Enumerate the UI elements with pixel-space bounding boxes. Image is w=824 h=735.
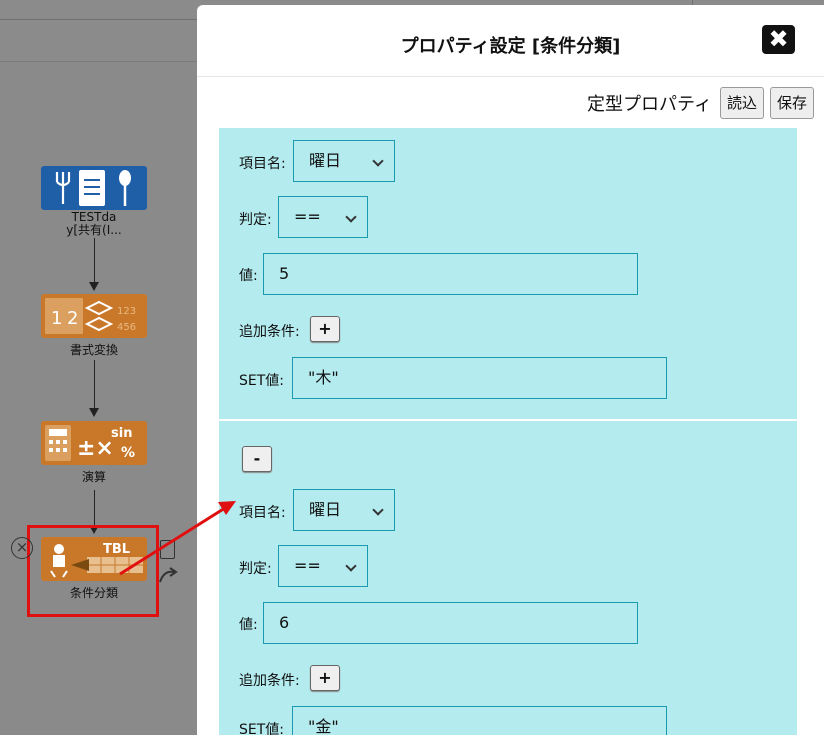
chevron-down-icon <box>372 155 384 167</box>
connector-line <box>94 490 95 528</box>
node-classify-label: 条件分類 <box>69 586 118 600</box>
judge-value: == <box>294 556 321 575</box>
set-value-label: SET値: <box>239 722 285 735</box>
judge-value: == <box>294 207 321 226</box>
svg-text:2: 2 <box>67 308 78 329</box>
svg-text:1: 1 <box>51 308 62 329</box>
remove-condition-button[interactable]: - <box>242 446 272 472</box>
set-value-label: SET値: <box>239 373 285 389</box>
item-name-label: 項目名: <box>239 505 286 521</box>
svg-text:TBL: TBL <box>103 542 130 557</box>
preset-label: 定型プロパティ <box>587 94 712 115</box>
delete-node-icon[interactable]: × <box>11 537 33 559</box>
node-calc-icon[interactable]: ±× sin % <box>41 421 147 465</box>
add-condition-label: 追加条件: <box>239 324 300 340</box>
preset-toolbar: 定型プロパティ 読込 保存 <box>587 87 814 119</box>
item-name-value: 曜日 <box>309 151 342 170</box>
node-testday-label-2: y[共有(I... <box>66 223 122 237</box>
dialog-title: プロパティ設定 [条件分類] <box>400 36 621 57</box>
connector-arrow <box>89 408 99 417</box>
svg-text:±×: ±× <box>77 436 114 461</box>
judge-label: 判定: <box>239 561 272 577</box>
set-value-input[interactable]: "木" <box>292 357 667 399</box>
node-classify-icon[interactable]: TBL <box>41 537 147 581</box>
node-format-icon[interactable]: 1 2 123 456 <box>41 294 147 338</box>
save-preset-button[interactable]: 保存 <box>769 87 814 119</box>
add-condition-button[interactable]: + <box>310 665 340 691</box>
document-icon[interactable] <box>160 540 175 559</box>
svg-text:123: 123 <box>117 306 136 317</box>
value-label: 値: <box>239 617 258 633</box>
item-name-select[interactable]: 曜日 <box>293 489 395 531</box>
add-condition-button[interactable]: + <box>310 316 340 342</box>
chevron-down-icon <box>345 211 357 223</box>
svg-text:%: % <box>121 445 135 461</box>
load-preset-button[interactable]: 読込 <box>719 87 764 119</box>
connector-line <box>94 238 95 284</box>
node-testday-icon[interactable] <box>41 166 147 210</box>
svg-text:sin: sin <box>111 426 132 441</box>
chevron-down-icon <box>345 560 357 572</box>
condition-panel-1: 項目名: 曜日 判定: == 値: 5 追加条件: + SET値: "木" <box>219 128 797 419</box>
chevron-down-icon <box>372 504 384 516</box>
connector-arrow <box>89 282 99 291</box>
value-input[interactable]: 6 <box>263 602 638 644</box>
judge-label: 判定: <box>239 212 272 228</box>
item-name-label: 項目名: <box>239 156 286 172</box>
svg-text:456: 456 <box>117 322 136 333</box>
set-value-input[interactable]: "金" <box>292 706 667 735</box>
close-dialog-button[interactable]: ✖ <box>762 25 795 54</box>
dialog-header: プロパティ設定 [条件分類] ✖ <box>197 5 824 77</box>
node-calc-label: 演算 <box>81 470 106 484</box>
condition-panel-2: - 項目名: 曜日 判定: == 値: 6 追加条件: + SET値: "金" <box>219 421 797 735</box>
value-input[interactable]: 5 <box>263 253 638 295</box>
item-name-value: 曜日 <box>309 500 342 519</box>
item-name-select[interactable]: 曜日 <box>293 140 395 182</box>
add-condition-label: 追加条件: <box>239 673 300 689</box>
judge-select[interactable]: == <box>278 545 368 587</box>
connector-line <box>94 360 95 410</box>
property-dialog: プロパティ設定 [条件分類] ✖ 定型プロパティ 読込 保存 項目名: 曜日 判… <box>197 5 824 735</box>
node-format-label: 書式変換 <box>69 343 118 357</box>
judge-select[interactable]: == <box>278 196 368 238</box>
link-arrow-icon[interactable] <box>158 566 178 584</box>
value-label: 値: <box>239 268 258 284</box>
